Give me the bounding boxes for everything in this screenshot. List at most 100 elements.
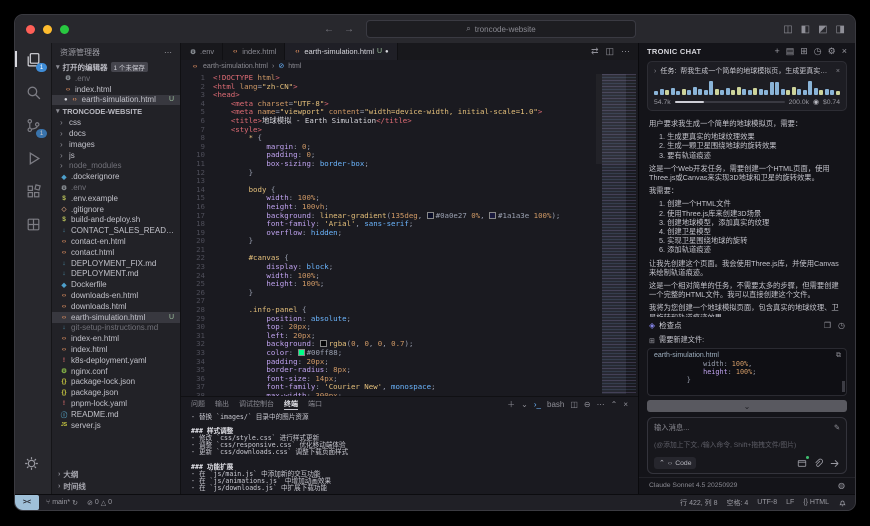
maximize-window-button[interactable]	[60, 24, 69, 34]
toggle-columns-icon[interactable]: ◫	[783, 24, 792, 35]
git-branch-item[interactable]: ⑂ main* ↻	[46, 499, 78, 507]
open-editor-item[interactable]: ● ‹› earth-simulation.html U	[52, 94, 180, 106]
editor-tab-earth-simulation.html[interactable]: ‹› earth-simulation.html U ●	[285, 43, 398, 60]
file-card-scrollbar[interactable]	[842, 381, 845, 392]
close-window-button[interactable]	[26, 24, 35, 34]
chat-input[interactable]: 输入消息... ✎ (@添加上下文, /输入命令, Shift+拖拽文件/图片)…	[647, 417, 847, 474]
nav-forward-icon[interactable]: →	[344, 24, 354, 35]
tree-item[interactable]: ‹› contact.html	[52, 247, 180, 258]
terminal-output[interactable]: - 替换 `images/` 目录中的图片资源 ### 样式调整 - 修改 `cs…	[181, 411, 638, 494]
search-view-icon[interactable]	[23, 82, 43, 102]
project-root-section[interactable]: ▾ TRONCODE-WEBSITE	[52, 105, 180, 117]
generated-file-card[interactable]: earth-simulation.html ⧉ width: 100%, hei…	[647, 348, 847, 396]
tree-item[interactable]: ◇ .gitignore	[52, 204, 180, 215]
tree-item[interactable]: ‹› index-en.html	[52, 333, 180, 344]
tree-item[interactable]: ! k8s-deployment.yaml	[52, 355, 180, 366]
tree-item[interactable]: ◆ .dockerignore	[52, 171, 180, 182]
remote-indicator[interactable]: ><	[15, 495, 39, 510]
usage-track[interactable]	[674, 101, 785, 103]
breadcrumb[interactable]: ‹› earth-simulation.html › ⊘ html	[181, 60, 638, 72]
tree-folder[interactable]: › node_modules	[52, 161, 180, 172]
extensions-icon[interactable]	[23, 181, 43, 201]
tree-folder[interactable]: › docs	[52, 128, 180, 139]
tree-item[interactable]: $ .env.example	[52, 193, 180, 204]
kill-terminal-icon[interactable]: ⊖	[584, 400, 591, 409]
status-item[interactable]: 空格: 4	[727, 498, 749, 508]
toggle-panel-icon[interactable]: ◩	[818, 24, 827, 35]
panel-tab-输出[interactable]: 输出	[215, 399, 229, 409]
code-editor[interactable]: 1 <!DOCTYPE html >2 <html lang = "zh-CN" >3 <he…	[181, 72, 638, 396]
tree-item[interactable]: ‹› earth-simulation.html U	[52, 311, 180, 323]
tree-item[interactable]: ⚙ .env	[52, 182, 180, 193]
chat-stack-icon[interactable]: ▤	[786, 46, 795, 57]
command-center-search[interactable]: ⌕ troncode-website	[366, 20, 636, 38]
remote-explorer-icon[interactable]	[23, 214, 43, 234]
nav-back-icon[interactable]: ←	[324, 24, 334, 35]
open-editor-item[interactable]: ⚙ .env	[52, 73, 180, 84]
split-editor-icon[interactable]: ◫	[605, 46, 614, 57]
status-item[interactable]: UTF-8	[757, 499, 777, 506]
tree-item[interactable]: ‹› downloads-en.html	[52, 290, 180, 301]
minimize-window-button[interactable]	[43, 24, 52, 34]
tree-folder[interactable]: › js	[52, 150, 180, 161]
mode-selector[interactable]: ⌃ ‹› Code	[654, 457, 697, 469]
chat-plus-icon[interactable]: +	[774, 46, 779, 57]
tree-item[interactable]: ‹› downloads.html	[52, 301, 180, 312]
toggle-secondary-sidebar-icon[interactable]: ◨	[836, 24, 845, 35]
terminal-dropdown-icon[interactable]: ⌄	[521, 400, 528, 409]
expand-card-button[interactable]: ⌄	[647, 400, 847, 412]
split-terminal-icon[interactable]: ◫	[570, 400, 578, 409]
chat-settings-icon[interactable]: ⚙	[828, 46, 836, 57]
panel-tab-调试控制台[interactable]: 调试控制台	[239, 399, 274, 409]
editor-tab-index.html[interactable]: ‹› index.html	[223, 43, 286, 60]
tree-folder[interactable]: › css	[52, 117, 180, 128]
context-box-icon[interactable]	[797, 456, 809, 468]
task-card[interactable]: › 任务: 帮我生成一个简单的地球模拟页，生成更真实的地... × 54.7k …	[647, 61, 847, 111]
panel-more-icon[interactable]: ⋯	[597, 400, 605, 409]
panel-tab-终端[interactable]: 终端	[284, 399, 298, 410]
status-item[interactable]: 行 422, 列 8	[680, 498, 717, 508]
tree-item[interactable]: JS server.js	[52, 420, 180, 431]
editor-more-actions-icon[interactable]: ⋯	[621, 46, 630, 57]
chat-messages[interactable]: 用户要求我生成一个简单的地球模拟页，需要： 1. 生成更真实的地球纹理效果 2. 生…	[639, 115, 855, 317]
tree-item[interactable]: ↓CONTACT_SALES_README.md	[52, 225, 180, 236]
attach-paperclip-icon[interactable]	[813, 458, 823, 468]
minimap[interactable]	[602, 74, 636, 394]
tree-item[interactable]: ‹› index.html	[52, 344, 180, 355]
task-chevron-icon[interactable]: ›	[654, 68, 656, 75]
panel-tab-端口[interactable]: 端口	[308, 399, 322, 409]
explorer-more-actions-icon[interactable]: ⋯	[164, 48, 172, 57]
shell-label[interactable]: bash	[547, 400, 564, 409]
sidebar-section-时间线[interactable]: › 时间线	[52, 480, 180, 492]
tree-item[interactable]: ↓ git-setup-instructions.md	[52, 323, 180, 334]
tree-item[interactable]: {} package-lock.json	[52, 377, 180, 388]
send-message-icon[interactable]	[829, 458, 840, 469]
edit-pen-icon[interactable]: ✎	[834, 423, 840, 433]
run-debug-icon[interactable]	[23, 148, 43, 168]
status-item[interactable]: {} HTML	[803, 499, 829, 506]
tree-item[interactable]: ◆ Dockerfile	[52, 279, 180, 290]
panel-tab-问题[interactable]: 问题	[191, 399, 205, 409]
open-editors-section[interactable]: ▾ 打开的编辑器 1 个未保存	[52, 61, 180, 73]
open-file-icon[interactable]: ⧉	[836, 352, 841, 360]
maximize-panel-icon[interactable]: ⌃	[611, 400, 618, 409]
settings-gear-icon[interactable]	[23, 455, 40, 472]
tree-item[interactable]: ⓘ README.md	[52, 409, 180, 420]
explorer-icon[interactable]: 1	[15, 49, 47, 72]
tree-folder[interactable]: › images	[52, 139, 180, 150]
restore-checkpoint-icon[interactable]: ◷	[838, 321, 845, 330]
open-editor-item[interactable]: ‹› index.html	[52, 84, 180, 95]
tree-item[interactable]: {} package.json	[52, 387, 180, 398]
source-control-icon[interactable]: 1	[23, 115, 47, 138]
tree-item[interactable]: ↓ DEPLOYMENT_FIX.md	[52, 258, 180, 269]
status-item[interactable]: LF	[786, 499, 794, 506]
notifications-bell-icon[interactable]	[838, 498, 847, 507]
close-panel-icon[interactable]: ×	[623, 400, 628, 409]
tree-item[interactable]: ↓ DEPLOYMENT.md	[52, 269, 180, 280]
editor-tab-.env[interactable]: ⚙ .env	[181, 43, 224, 60]
model-selector[interactable]: Claude Sonnet 4.5 20250929 ◍	[639, 477, 855, 494]
problems-item[interactable]: ⊘ 0 △ 0	[87, 499, 112, 507]
tree-item[interactable]: ‹› contact-en.html	[52, 236, 180, 247]
toggle-primary-sidebar-icon[interactable]: ◧	[801, 24, 810, 35]
sidebar-section-大纲[interactable]: › 大纲	[52, 468, 180, 480]
